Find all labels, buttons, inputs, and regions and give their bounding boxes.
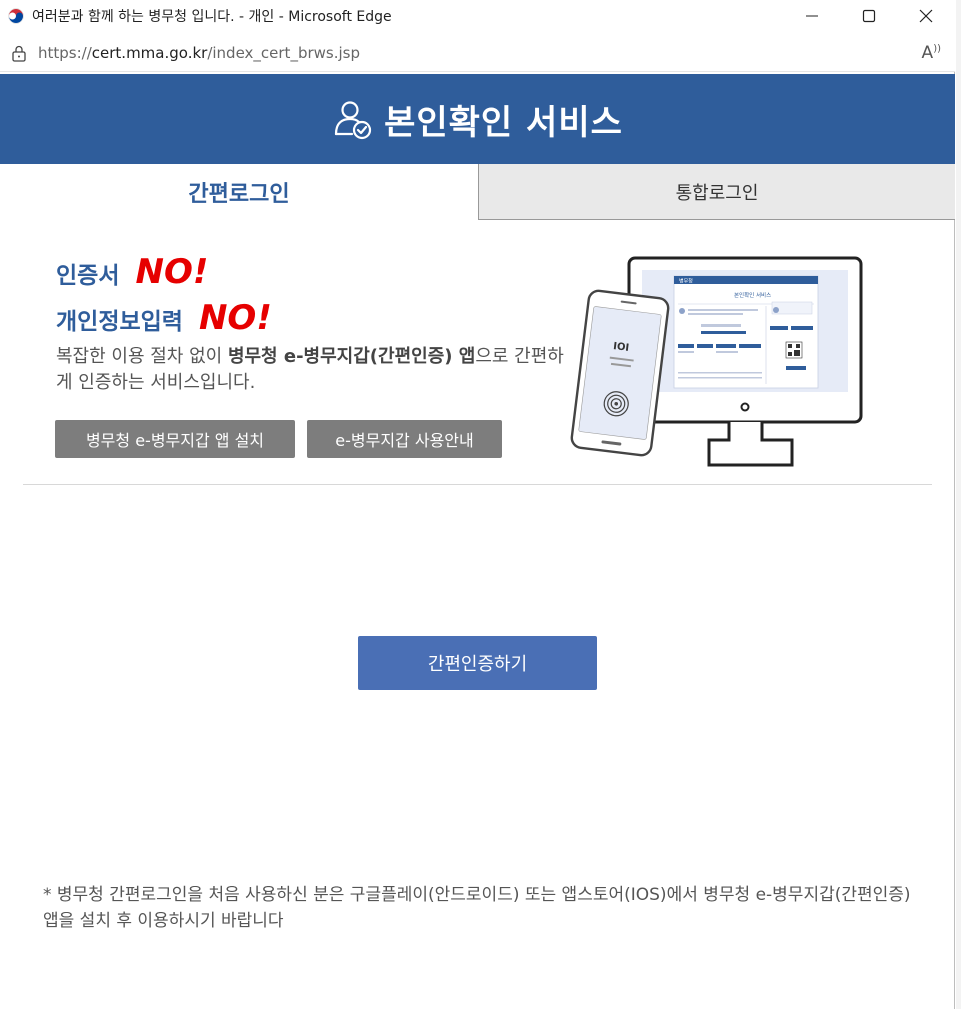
taegeuk-favicon-icon (8, 8, 24, 24)
url-text: https://cert.mma.go.kr/index_cert_brws.j… (38, 44, 360, 62)
window-title: 여러분과 함께 하는 병무청 입니다. - 개인 - Microsoft Edg… (32, 9, 392, 25)
header-banner: 본인확인 서비스 (0, 74, 955, 164)
read-aloud-icon[interactable]: A)) (922, 43, 941, 63)
lock-icon[interactable] (10, 44, 28, 62)
no-certificate-line: 인증서 NO! (56, 252, 208, 292)
tab-integrated-login[interactable]: 통합로그인 (478, 164, 955, 220)
page-title: 본인확인 서비스 (384, 102, 623, 143)
maximize-icon (862, 9, 876, 23)
title-bar: 여러분과 함께 하는 병무청 입니다. - 개인 - Microsoft Edg… (0, 0, 955, 32)
address-bar: https://cert.mma.go.kr/index_cert_brws.j… (0, 32, 955, 72)
minimize-icon (806, 15, 818, 17)
close-button[interactable] (897, 0, 955, 32)
url-field[interactable]: https://cert.mma.go.kr/index_cert_brws.j… (4, 36, 951, 70)
maximize-button[interactable] (840, 0, 898, 32)
browser-window: 여러분과 함께 하는 병무청 입니다. - 개인 - Microsoft Edg… (0, 0, 955, 1009)
user-verified-icon (334, 101, 372, 140)
simple-authenticate-button[interactable]: 간편인증하기 (358, 636, 597, 690)
phone-image: IOI (570, 289, 670, 457)
section-divider (23, 484, 932, 485)
install-notice: * 병무청 간편로그인을 처음 사용하신 분은 구글플레이(안드로이드) 또는 … (43, 885, 911, 931)
tab-simple-login-label: 간편로그인 (188, 182, 290, 207)
personal-info-label: 개인정보입력 (56, 309, 183, 335)
no-badge: NO! (198, 298, 272, 338)
no-personal-info-line: 개인정보입력 NO! (56, 298, 272, 338)
certificate-label: 인증서 (56, 263, 120, 289)
login-tabs: 간편로그인 통합로그인 (0, 164, 955, 220)
background-window-strip (956, 0, 961, 1009)
close-icon (919, 9, 933, 23)
minimize-button[interactable] (783, 0, 841, 32)
svg-text:IOI: IOI (613, 341, 630, 354)
monitor-image: 병무청 본인확인 서비스 (627, 256, 863, 467)
tab-simple-login[interactable]: 간편로그인 (0, 164, 478, 220)
no-badge: NO! (135, 252, 209, 292)
device-illustration: 병무청 본인확인 서비스 IOI (570, 256, 863, 467)
svg-text:본인확인 서비스: 본인확인 서비스 (734, 291, 771, 299)
service-description: 복잡한 이용 절차 없이 병무청 e-병무지갑(간편인증) 앱으로 간편하게 인… (56, 346, 564, 393)
install-app-button[interactable]: 병무청 e-병무지갑 앱 설치 (55, 420, 295, 458)
svg-text:병무청: 병무청 (679, 278, 693, 285)
tab-integrated-login-label: 통합로그인 (675, 182, 759, 204)
usage-guide-button[interactable]: e-병무지갑 사용안내 (307, 420, 502, 458)
